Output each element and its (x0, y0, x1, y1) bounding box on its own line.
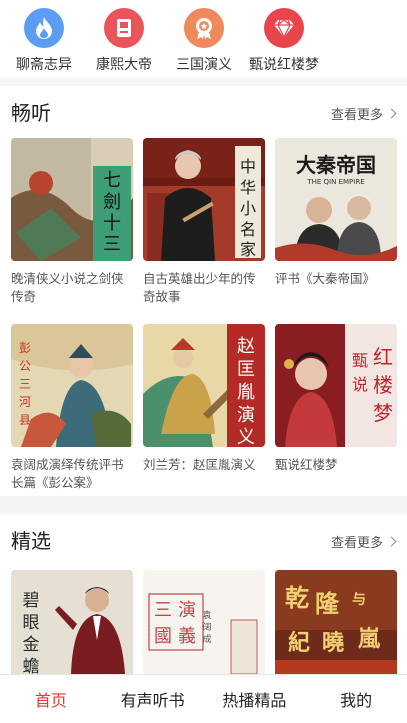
svg-text:县: 县 (19, 413, 31, 427)
album-title: 自古英雄出少年的传奇故事 (143, 272, 256, 304)
album-cover[interactable]: 三 演 國 義 袁 阔 成 (143, 570, 265, 674)
album-cover: 赵 匡 胤 演 义 (143, 324, 265, 447)
svg-text:義: 義 (178, 626, 196, 647)
category-row: 聊斋志异 康熙大帝 三国演义 甄说红楼梦 (0, 0, 407, 78)
app-screen: 聊斋志异 康熙大帝 三国演义 甄说红楼梦 畅听 查看更多 七 劍 十 三 晚清侠… (0, 0, 407, 723)
more-label: 查看更多 (330, 107, 383, 122)
album-title: 晚清侠义小说之剑侠传奇 (11, 272, 124, 304)
album-title: 刘兰芳：赵匡胤演义 (143, 458, 256, 472)
album-card[interactable]: 大秦帝国 THE QIN EMPIRE 评书《大秦帝国》 (275, 138, 397, 288)
listen-section: 畅听 查看更多 七 劍 十 三 晚清侠义小说之剑侠传奇 中 华 小 名 家 自古… (0, 86, 407, 496)
tab-audiobooks[interactable]: 有声听书 (102, 675, 204, 723)
category-label: 聊斋志异 (16, 56, 72, 72)
svg-text:THE QIN EMPIRE: THE QIN EMPIRE (306, 178, 364, 186)
chevron-right-icon (386, 536, 397, 547)
svg-text:红: 红 (373, 345, 393, 369)
category-label: 三国演义 (176, 56, 232, 72)
book-icon (104, 8, 144, 48)
album-card[interactable]: 中 华 小 名 家 自古英雄出少年的传奇故事 (143, 138, 265, 306)
section-title: 精选 (11, 531, 51, 553)
album-cover: 大秦帝国 THE QIN EMPIRE (275, 138, 397, 261)
svg-text:与: 与 (352, 592, 366, 608)
category-honglou[interactable]: 甄说红楼梦 (244, 0, 324, 78)
category-sanguo[interactable]: 三国演义 (164, 0, 244, 78)
svg-text:公: 公 (19, 359, 31, 373)
listen-section-header: 畅听 查看更多 (0, 86, 407, 134)
svg-text:碧: 碧 (23, 591, 40, 611)
diamond-icon (264, 8, 304, 48)
tab-hot-picks[interactable]: 热播精品 (204, 675, 306, 723)
chevron-right-icon (386, 108, 397, 119)
medal-icon (184, 8, 224, 48)
album-cover[interactable]: 乾 隆 与 紀 曉 嵐 (275, 570, 397, 674)
album-cover: 甄 说 红 楼 梦 (275, 324, 397, 447)
category-liaozhai[interactable]: 聊斋志异 (4, 0, 84, 78)
svg-text:胤: 胤 (237, 382, 255, 403)
svg-text:匡: 匡 (237, 359, 255, 380)
svg-text:华: 华 (240, 178, 256, 197)
svg-text:蟾: 蟾 (23, 657, 40, 674)
selected-more-link[interactable]: 查看更多 (330, 532, 397, 551)
album-card[interactable]: 七 劍 十 三 晚清侠义小说之剑侠传奇 (11, 138, 133, 306)
category-kangxi[interactable]: 康熙大帝 (84, 0, 164, 78)
album-card[interactable]: 彭 公 三 河 县 袁阔成演绎传统评书长篇《彭公案》 (11, 324, 133, 492)
svg-text:义: 义 (237, 427, 255, 447)
svg-text:紀: 紀 (288, 630, 310, 656)
svg-text:甄: 甄 (352, 351, 368, 370)
svg-text:楼: 楼 (373, 373, 393, 397)
album-card[interactable]: 甄 说 红 楼 梦 甄说红楼梦 (275, 324, 397, 474)
tab-home[interactable]: 首页 (0, 675, 102, 723)
svg-text:嵐: 嵐 (358, 626, 381, 652)
svg-text:袁: 袁 (202, 609, 211, 621)
album-title: 评书《大秦帝国》 (275, 272, 376, 286)
fire-icon (24, 8, 64, 48)
svg-text:名: 名 (240, 220, 256, 239)
album-title: 袁阔成演绎传统评书长篇《彭公案》 (11, 458, 124, 490)
category-label: 康熙大帝 (96, 56, 152, 72)
svg-text:梦: 梦 (373, 401, 393, 425)
tab-mine[interactable]: 我的 (305, 675, 407, 723)
selected-section-header: 精选 查看更多 (0, 514, 407, 562)
svg-text:家: 家 (240, 240, 256, 259)
svg-text:乾: 乾 (285, 583, 309, 612)
album-card[interactable]: 赵 匡 胤 演 义 刘兰芳：赵匡胤演义 (143, 324, 265, 474)
svg-text:國: 國 (154, 626, 172, 647)
svg-text:演: 演 (237, 405, 255, 426)
album-cover: 中 华 小 名 家 (143, 138, 265, 261)
listen-more-link[interactable]: 查看更多 (330, 104, 397, 123)
svg-text:中: 中 (240, 157, 256, 176)
category-label: 甄说红楼梦 (249, 56, 319, 72)
svg-text:说: 说 (352, 375, 368, 394)
svg-text:眼: 眼 (23, 613, 40, 633)
bottom-tab-bar: 首页 有声听书 热播精品 我的 (0, 674, 407, 723)
svg-text:金: 金 (23, 635, 40, 655)
svg-text:大秦帝国: 大秦帝国 (296, 153, 376, 177)
album-cover: 七 劍 十 三 (11, 138, 133, 261)
svg-text:河: 河 (19, 395, 31, 409)
svg-text:劍: 劍 (103, 192, 121, 213)
svg-text:成: 成 (202, 633, 211, 645)
svg-text:演: 演 (178, 600, 196, 621)
album-title: 甄说红楼梦 (275, 458, 338, 472)
svg-text:七: 七 (103, 170, 121, 191)
section-title: 畅听 (11, 103, 51, 125)
svg-text:隆: 隆 (315, 589, 340, 618)
svg-text:赵: 赵 (237, 336, 255, 357)
album-cover: 彭 公 三 河 县 (11, 324, 133, 447)
svg-text:阔: 阔 (202, 621, 211, 633)
svg-text:曉: 曉 (322, 630, 344, 656)
selected-section: 精选 查看更多 碧 眼 金 蟾 三 演 國 義 袁 阔 成 乾 隆 与 紀 曉 … (0, 514, 407, 674)
svg-text:三: 三 (154, 600, 172, 621)
svg-text:三: 三 (19, 377, 31, 391)
svg-text:三: 三 (103, 234, 121, 255)
svg-text:彭: 彭 (19, 341, 31, 355)
more-label: 查看更多 (330, 535, 383, 550)
svg-text:十: 十 (103, 213, 121, 234)
svg-text:小: 小 (240, 199, 256, 218)
album-cover[interactable]: 碧 眼 金 蟾 (11, 570, 133, 674)
